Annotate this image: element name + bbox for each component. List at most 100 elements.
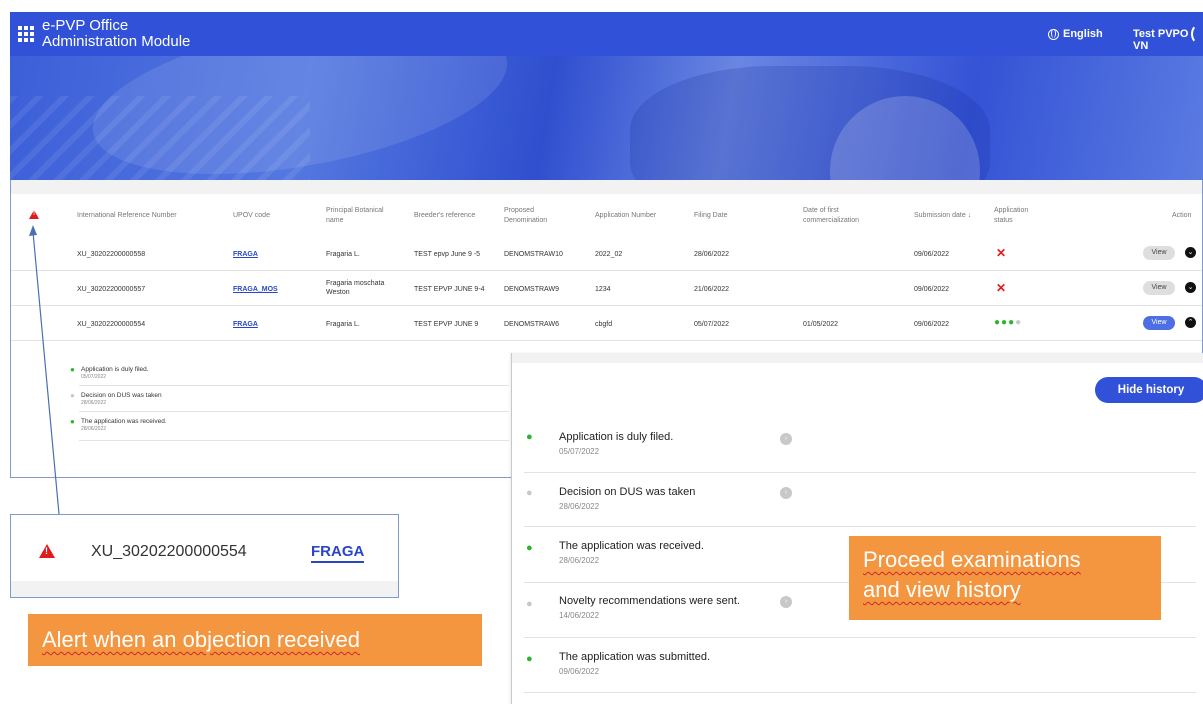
col-header-botanical: Principal Botanical name [326, 207, 384, 224]
cell-denomination: DENOMSTRAW9 [504, 286, 559, 293]
cell-submission: 09/06/2022 [914, 321, 950, 328]
status-dot-green: ● [526, 431, 533, 443]
cell-appno: 1234 [595, 286, 611, 293]
status-dot-green: ● [526, 542, 533, 554]
cell-upov-link[interactable]: FRAGA [233, 250, 258, 259]
col-header-appno: Application Number [595, 212, 657, 219]
objection-alert-icon [39, 544, 55, 558]
history-text: The application was received. [559, 540, 704, 552]
col-header-ref: International Reference Number [77, 212, 177, 219]
status-rejected-icon: ✕ [996, 281, 1007, 295]
history-date: 14/06/2022 [559, 611, 600, 620]
cell-upov-link[interactable]: FRAGA [233, 320, 258, 329]
table-row: XU_30202200000557 FRAGA_MOS Fragaria mos… [11, 271, 1202, 306]
status-dot-grey: ● [70, 391, 75, 400]
page: e-PVP Office Administration Module Engli… [0, 0, 1203, 704]
cell-ref: XU_30202200000557 [77, 286, 146, 293]
cell-breeder: TEST EPVP JUNE 9-4 [414, 286, 485, 293]
chevron-right-icon[interactable]: › [780, 487, 792, 499]
cell-upov-link[interactable]: FRAGA_MOS [233, 285, 278, 294]
zoomed-row-callout: XU_30202200000554 FRAGA [10, 514, 399, 598]
table-row: XU_30202200000554 FRAGA Fragaria L. TEST… [11, 306, 1202, 341]
apps-grid-icon[interactable] [18, 26, 34, 42]
col-header-commercialization: Date of first commercialization [803, 207, 860, 224]
history-item: The application was received. 28/06/2022 [559, 540, 704, 565]
history-item: The application was submitted. 09/06/202… [559, 651, 710, 676]
status-dot-grey: ● [526, 487, 533, 499]
col-header-submission[interactable]: Submission date ↓ [914, 211, 971, 221]
col-header-status: Application status [994, 207, 1029, 224]
history-text: The application was received. [81, 418, 167, 425]
cell-filing: 21/06/2022 [694, 286, 730, 293]
history-date: 05/07/2022 [81, 374, 107, 380]
app-title-line1: e-PVP Office [42, 17, 129, 34]
chevron-right-icon[interactable]: › [780, 433, 792, 445]
language-label: English [1063, 28, 1103, 40]
view-button[interactable]: View [1143, 316, 1175, 330]
cell-filing: 28/06/2022 [694, 251, 730, 258]
app-header: e-PVP Office Administration Module Engli… [10, 12, 1203, 56]
history-text: Decision on DUS was taken [81, 392, 162, 399]
col-header-filing: Filing Date [694, 212, 728, 219]
history-date: 28/06/2022 [559, 556, 600, 565]
callout-upov-link[interactable]: FRAGA [311, 543, 365, 563]
history-item: ● The application was received. 28/06/20… [70, 418, 167, 433]
history-text: Application is duly filed. [81, 366, 149, 373]
status-progress-dots: ●●●● [994, 317, 1023, 328]
history-date: 28/06/2022 [81, 426, 107, 432]
app-title-line2: Administration Module [42, 33, 191, 50]
expand-chevron-icon[interactable]: ⌄ [1185, 247, 1196, 258]
table-row: XU_30202200000558 FRAGA Fragaria L. TEST… [11, 236, 1202, 271]
cell-appno: 2022_02 [595, 251, 623, 258]
history-panel: Hide history ● Application is duly filed… [511, 353, 1203, 704]
history-text: Novelty recommendations were sent. [559, 595, 740, 607]
history-text: The application was submitted. [559, 651, 711, 663]
col-header-breeder: Breeder's reference [414, 212, 476, 219]
history-date: 28/06/2022 [81, 400, 107, 406]
cell-ref: XU_30202200000554 [77, 321, 146, 328]
cell-submission: 09/06/2022 [914, 286, 950, 293]
cell-breeder: TEST EPVP JUNE 9 [414, 321, 479, 328]
status-dot-grey: ● [526, 598, 533, 610]
hero-banner [10, 56, 1203, 180]
history-item: Application is duly filed. 05/07/2022 [559, 431, 673, 456]
history-date: 28/06/2022 [559, 502, 600, 511]
history-item: Novelty recommendations were sent. 14/06… [559, 595, 740, 620]
cell-denomination: DENOMSTRAW6 [504, 321, 559, 328]
expand-chevron-icon[interactable]: ⌄ [1185, 282, 1196, 293]
history-item: ● Application is duly filed. 05/07/2022 [70, 366, 149, 381]
col-header-action: Action [1172, 212, 1192, 219]
objection-alert-icon [29, 210, 39, 219]
app-title: e-PVP Office Administration Module [42, 18, 190, 50]
status-dot-green: ● [526, 653, 533, 665]
cell-botanical: Fragaria L. [326, 251, 360, 258]
history-text: Decision on DUS was taken [559, 486, 696, 498]
history-text: Application is duly filed. [559, 431, 674, 443]
chevron-right-icon[interactable]: › [780, 596, 792, 608]
status-dot-green: ● [70, 417, 75, 426]
cell-appno: cbgfd [595, 321, 613, 328]
cell-commercialization: 01/05/2022 [803, 321, 839, 328]
status-dot-green: ● [70, 365, 75, 374]
history-item: Decision on DUS was taken 28/06/2022 [559, 486, 695, 511]
history-item: ● Decision on DUS was taken 28/06/2022 [70, 392, 162, 407]
history-date: 05/07/2022 [559, 447, 600, 456]
cell-submission: 09/06/2022 [914, 251, 950, 258]
cell-botanical: Fragaria L. [326, 321, 360, 328]
collapse-chevron-icon[interactable]: ⌃ [1185, 317, 1196, 328]
callout-ref: XU_30202200000554 [91, 543, 247, 560]
view-button[interactable]: View [1143, 281, 1175, 295]
cell-botanical: Fragaria moschata Weston [326, 280, 385, 296]
view-button[interactable]: View [1143, 246, 1175, 260]
col-header-denomination: Proposed Denomination [504, 207, 548, 224]
hide-history-button[interactable]: Hide history [1095, 377, 1203, 403]
cell-breeder: TEST epvp June 9 -5 [414, 251, 481, 258]
annotation-alert: Alert when an objection received [28, 614, 482, 666]
user-avatar-icon[interactable] [1191, 24, 1203, 44]
cell-denomination: DENOMSTRAW10 [504, 251, 563, 258]
annotation-proceed: Proceed examinations and view history [849, 536, 1161, 620]
language-selector[interactable]: English [1048, 28, 1103, 40]
history-date: 09/06/2022 [559, 667, 600, 676]
cell-ref: XU_30202200000558 [77, 251, 146, 258]
globe-icon [1048, 28, 1059, 40]
